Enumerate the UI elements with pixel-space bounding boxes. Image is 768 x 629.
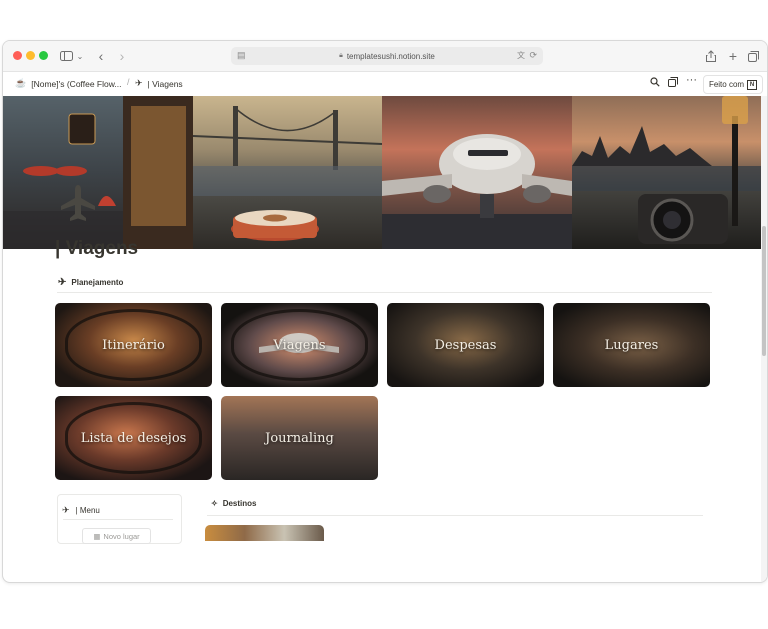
more-options-icon[interactable]: ··· <box>686 74 697 86</box>
gallery-card-label: Lugares <box>604 337 659 353</box>
breadcrumb-page-label: | Viagens <box>147 78 183 89</box>
page-airplane-icon[interactable] <box>58 183 98 223</box>
made-with-notion-button[interactable]: Feito com N <box>703 75 763 94</box>
section-planejamento-heading: ✈ Planejamento <box>58 277 123 288</box>
forward-icon[interactable]: › <box>116 48 128 64</box>
airplane-icon: ✈ <box>135 78 143 88</box>
destinos-card-image[interactable] <box>205 525 324 541</box>
gallery-card-itinerario[interactable]: Itinerário <box>55 303 212 387</box>
gallery-card-viagens[interactable]: Viagens <box>221 303 378 387</box>
breadcrumb-separator: / <box>127 77 130 87</box>
gallery-card-label: Viagens <box>273 337 326 353</box>
destinos-heading: ✧ Destinos <box>211 499 257 508</box>
scrollbar-thumb[interactable] <box>762 226 766 356</box>
new-tab-icon[interactable]: + <box>727 48 739 64</box>
back-icon[interactable]: ‹ <box>95 48 107 64</box>
gallery-card-label: Itinerário <box>102 337 165 353</box>
airplane-icon: ✈ <box>62 505 70 515</box>
search-icon[interactable] <box>650 77 660 90</box>
page-cover-image <box>3 96 761 249</box>
translate-icon[interactable]: 文 <box>517 50 525 61</box>
lock-icon: 🔒︎ <box>339 52 343 59</box>
minimize-window-button[interactable] <box>26 51 35 60</box>
gallery-card-label: Lista de desejos <box>80 430 187 446</box>
address-bar[interactable]: ▤ 🔒︎ templatesushi.notion.site ⟳ 文 <box>231 47 543 65</box>
new-place-button[interactable]: ▦ Novo lugar <box>82 528 151 544</box>
page-title: | Viagens <box>55 238 139 259</box>
gallery-card-label: Despesas <box>434 337 497 353</box>
cover-bridge-coffee-panel <box>193 96 382 249</box>
cover-city-camera-panel <box>572 96 761 249</box>
page-scrollbar[interactable] <box>761 96 767 582</box>
destinos-heading-label: Destinos <box>222 499 257 508</box>
gallery-card-journaling[interactable]: Journaling <box>221 396 378 480</box>
browser-toolbar: ⌄ ‹ › ▤ 🔒︎ templatesushi.notion.site ⟳ 文… <box>3 41 767 72</box>
share-icon[interactable] <box>705 48 717 64</box>
duplicate-icon[interactable] <box>668 77 678 90</box>
menu-heading-label: | Menu <box>75 506 100 515</box>
tabs-overview-icon[interactable] <box>747 48 759 64</box>
cover-airplane-panel <box>382 96 572 249</box>
airplane-icon: ✈ <box>58 277 67 288</box>
destinos-divider <box>207 515 703 516</box>
reload-icon[interactable]: ⟳ <box>529 50 537 61</box>
sparkles-icon: ✧ <box>211 499 218 508</box>
cover-cafe-rain-panel <box>3 96 193 249</box>
page-shield-icon: ▤ <box>237 50 246 60</box>
new-place-label: Novo lugar <box>103 531 140 541</box>
menu-divider <box>63 519 173 520</box>
breadcrumb-workspace-label: [Nome]'s (Coffee Flow... <box>31 78 122 89</box>
notion-topbar: ☕ [Nome]'s (Coffee Flow... / ✈ | Viagens… <box>3 72 767 96</box>
close-window-button[interactable] <box>13 51 22 60</box>
zoom-window-button[interactable] <box>39 51 48 60</box>
url-text: templatesushi.notion.site <box>346 51 435 61</box>
made-with-label: Feito com <box>708 80 745 89</box>
gallery-card-despesas[interactable]: Despesas <box>387 303 544 387</box>
sidebar-icon[interactable] <box>59 48 73 64</box>
gallery-card-lista-de-desejos[interactable]: Lista de desejos <box>55 396 212 480</box>
notion-logo-icon: N <box>747 79 758 90</box>
table-icon: ▦ <box>93 531 101 541</box>
breadcrumb-page[interactable]: ✈ | Viagens <box>135 78 183 89</box>
gallery-card-lugares[interactable]: Lugares <box>553 303 710 387</box>
breadcrumb-workspace[interactable]: ☕ [Nome]'s (Coffee Flow... <box>15 78 122 89</box>
coffee-icon: ☕ <box>15 78 27 88</box>
chevron-down-icon[interactable]: ⌄ <box>76 48 84 64</box>
gallery-card-label: Journaling <box>265 430 334 446</box>
section-planejamento-label: Planejamento <box>71 278 124 287</box>
menu-heading: ✈ | Menu <box>62 505 100 516</box>
section-divider <box>57 292 712 293</box>
